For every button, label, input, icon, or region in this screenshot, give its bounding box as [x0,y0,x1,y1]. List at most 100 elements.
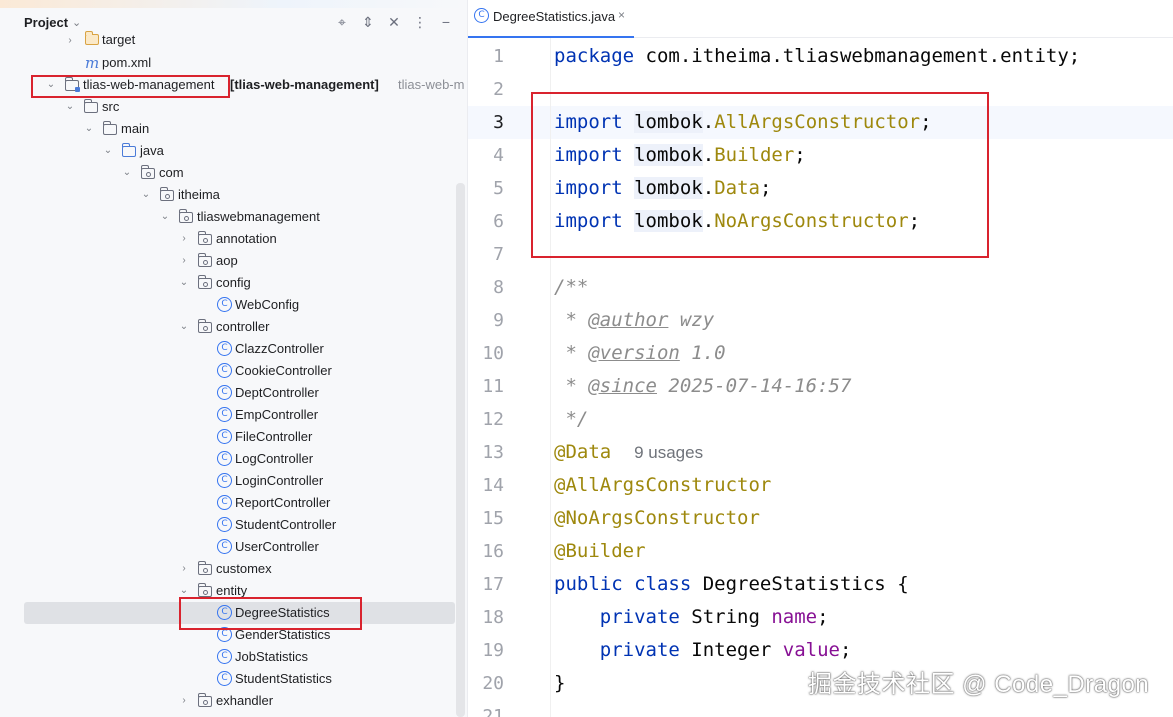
tree-item-reportcontroller[interactable]: C ReportController [0,492,467,514]
tree-item-logincontroller[interactable]: C LoginController [0,470,467,492]
line-number: 16 [482,541,504,562]
tree-item-tliaswebmanagement[interactable]: ⌄ tliaswebmanagement [0,206,467,228]
tree-item-usercontroller[interactable]: C UserController [0,536,467,558]
chevron-down-icon[interactable]: ⌄ [82,118,96,140]
chevron-down-icon[interactable]: ⌄ [72,16,81,29]
line-number: 19 [482,640,504,661]
class-icon: C [474,8,489,23]
package-icon [197,583,212,597]
chevron-right-icon[interactable]: › [63,30,77,52]
tree-item-label: ClazzController [235,341,324,356]
tree-item-label: itheima [178,187,220,202]
tree-item-config[interactable]: ⌄ config [0,272,467,294]
tree-item-logcontroller[interactable]: C LogController [0,448,467,470]
keyword: private [599,639,680,661]
class-icon: C [217,341,232,356]
chevron-right-icon[interactable]: › [177,690,191,712]
class-name: DegreeStatistics [691,573,898,595]
javadoc-tag: @since [588,375,657,397]
field-name: value [782,639,840,661]
code-line-close-brace: } [554,672,566,694]
tree-item-filecontroller[interactable]: C FileController [0,426,467,448]
tree-item-main[interactable]: ⌄ main [0,118,467,140]
chevron-down-icon[interactable]: ⌄ [101,140,115,162]
tree-item-com[interactable]: ⌄ com [0,162,467,184]
tree-item-studentcontroller[interactable]: C StudentController [0,514,467,536]
chevron-down-icon[interactable]: ⌄ [63,96,77,118]
tree-item-label: WebConfig [235,297,300,312]
project-view-title[interactable]: Project [24,15,68,30]
tree-item-itheima[interactable]: ⌄ itheima [0,184,467,206]
tree-item-pom-xml[interactable]: m pom.xml [0,52,467,74]
chevron-down-icon[interactable]: ⌄ [158,206,172,228]
chevron-down-icon[interactable]: ⌄ [177,272,191,294]
package-icon [197,275,212,289]
package-icon [159,187,174,201]
crosshair-icon[interactable]: ⌖ [333,13,351,31]
comment-star: * [554,375,589,397]
keyword: package [554,45,635,67]
chevron-right-icon[interactable]: › [177,250,191,272]
vertical-scrollbar[interactable] [456,183,465,717]
tree-item-java[interactable]: ⌄ java [0,140,467,162]
tree-item-customex[interactable]: › customex [0,558,467,580]
tree-item-empcontroller[interactable]: C EmpController [0,404,467,426]
tree-item-controller[interactable]: ⌄ controller [0,316,467,338]
chevron-down-icon[interactable]: ⌄ [177,316,191,338]
chevron-down-icon[interactable]: ⌄ [120,162,134,184]
package-icon [197,231,212,245]
tree-item-cookiecontroller[interactable]: C CookieController [0,360,467,382]
tree-item-label: tliaswebmanagement [197,209,320,224]
line-number: 6 [493,211,504,232]
javadoc-tag: @version [588,342,680,364]
class-icon: C [217,407,232,422]
tree-item-label: config [216,275,251,290]
tree-item-target[interactable]: › target [0,30,467,52]
tree-item-exhandler[interactable]: › exhandler [0,690,467,712]
highlight-box-module [31,75,230,98]
code-line-javadoc: * @since 2025-07-14-16:57 [554,370,851,403]
code-line-package: package com.itheima.tliaswebmanagement.e… [554,40,1080,73]
tree-item-label: aop [216,253,238,268]
usages-hint[interactable]: 9 usages [634,443,703,462]
tree-item-label: ReportController [235,495,331,510]
line-number: 11 [482,376,504,397]
module-path-gray: tlias-web-m [398,77,465,92]
tree-item-webconfig[interactable]: C WebConfig [0,294,467,316]
line-number: 20 [482,673,504,694]
tree-item-jobstatistics[interactable]: C JobStatistics [0,646,467,668]
line-number: 4 [493,145,504,166]
tree-item-studentstatistics[interactable]: C StudentStatistics [0,668,467,690]
chevron-right-icon[interactable]: › [177,228,191,250]
tree-item-label: annotation [216,231,277,246]
close-icon[interactable]: × [618,8,625,22]
chevron-right-icon[interactable]: › [177,558,191,580]
tree-item-aop[interactable]: › aop [0,250,467,272]
tree-item-deptcontroller[interactable]: C DeptController [0,382,467,404]
code-line-annotation: @Data 9 usages [554,436,703,469]
minimize-icon[interactable]: − [437,13,455,31]
annotation: @Data [554,441,612,463]
javadoc-value: wzy [668,309,715,331]
tree-item-label: pom.xml [102,55,152,70]
tree-item-annotation[interactable]: › annotation [0,228,467,250]
brace: { [897,573,909,595]
tree-item-clazzcontroller[interactable]: C ClazzController [0,338,467,360]
close-all-icon[interactable]: ✕ [385,13,403,31]
tab-degreestatistics-java[interactable]: C DegreeStatistics.java × [468,6,634,38]
tree-item-src[interactable]: ⌄ src [0,96,467,118]
editor-tab-bar: C DegreeStatistics.java × [468,0,1173,38]
keyword: public class [554,573,692,595]
expand-collapse-icon[interactable]: ⇕ [359,13,377,31]
chevron-down-icon[interactable]: ⌄ [139,184,153,206]
javadoc-value: 1.0 [679,342,726,364]
tree-item-label: EmpController [235,407,319,422]
tree-item-label: java [140,143,164,158]
class-icon: C [217,539,232,554]
tree-item-label: controller [216,319,270,334]
class-icon: C [217,671,232,686]
javadoc-tag: @author [588,309,669,331]
more-icon[interactable]: ⋮ [411,13,429,31]
tree-item-label: StudentController [235,517,337,532]
highlight-box-class [179,597,362,630]
